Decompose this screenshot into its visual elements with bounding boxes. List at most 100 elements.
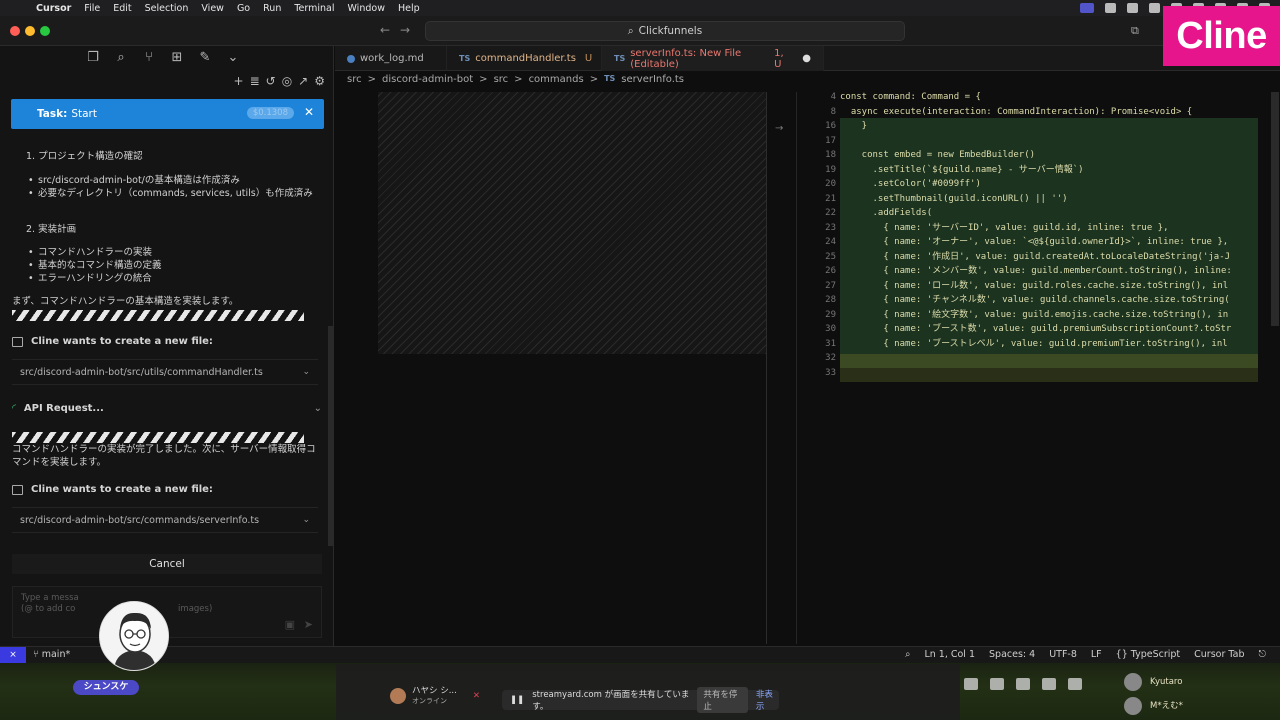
pane-divider [796,92,797,644]
code-line: 18 const embed = new EmbedBuilder() [800,148,1258,163]
avatar [1124,697,1142,715]
cloud-icon[interactable] [1149,3,1160,13]
breadcrumb-item[interactable]: src [494,74,509,85]
breadcrumb-item[interactable]: commands [529,74,584,85]
source-control-icon[interactable]: ⑂ [141,50,157,66]
viewer-list: Kyutaro M*えむ* [1124,670,1183,718]
chevron-down-icon[interactable]: ⌄ [314,403,322,414]
menu-view[interactable]: View [201,3,224,14]
presenter-tile: ハヤシ シ... オンライン ✕ [390,686,480,706]
task-header[interactable]: Task: Start $0.1308 ✕ [11,99,324,129]
spinner-icon: ◜ [12,403,16,414]
forward-arrow-icon[interactable]: → [400,23,410,37]
file-path-row[interactable]: src/discord-admin-bot/src/commands/serve… [12,507,318,533]
diff-arrow-icon[interactable]: → [775,123,787,135]
menu-run[interactable]: Run [263,3,281,14]
remote-icon[interactable]: ⨯ [0,647,26,664]
back-arrow-icon[interactable]: ← [380,23,390,37]
image-icon[interactable]: ▣ [285,618,295,631]
close-icon[interactable]: ✕ [304,105,314,119]
cursor-position[interactable]: Ln 1, Col 1 [924,649,975,660]
cline-icon[interactable]: ✎ [197,50,213,66]
emoji-icon[interactable] [1042,678,1056,690]
api-request-header[interactable]: ◜ API Request... ⌄ [12,403,322,414]
tab-server-info[interactable]: TS serverInfo.ts: New File (Editable) 1,… [602,46,824,71]
chevron-down-icon[interactable]: ⌄ [302,515,310,525]
line-number: 27 [825,280,836,291]
screen-icon[interactable] [990,678,1004,690]
file-path-row[interactable]: src/discord-admin-bot/src/utils/commandH… [12,359,318,385]
unsaved-dot-icon[interactable]: ● [802,53,811,64]
line-number: 17 [825,135,836,146]
app-icon[interactable] [1127,3,1138,13]
zoom-window-button[interactable] [40,26,50,36]
menu-window[interactable]: Window [348,3,385,14]
line-number: 28 [825,295,836,305]
tab-status: 1, U [774,47,784,70]
chevron-down-icon[interactable]: ⌄ [302,367,310,377]
pane-divider[interactable] [766,92,767,644]
extensions-icon[interactable]: ⊞ [169,50,185,66]
menu-go[interactable]: Go [237,3,250,14]
file-icon [12,336,23,347]
image-icon[interactable] [1016,678,1030,690]
line-number: 21 [825,193,836,204]
minimize-window-button[interactable] [25,26,35,36]
history-icon[interactable]: ↺ [266,74,276,88]
encoding[interactable]: UTF-8 [1049,649,1077,660]
list-item: 基本的なコマンド構造の定義 [28,259,162,272]
menu-app-name[interactable]: Cursor [36,3,71,14]
line-text: { name: 'チャンネル数', value: guild.channels.… [840,295,1230,305]
tab-command-handler[interactable]: TS commandHandler.ts U [447,46,602,71]
hide-button[interactable]: 非表示 [756,688,779,712]
typescript-file-icon: TS [459,54,471,63]
screen-share-icon[interactable] [1080,3,1094,13]
menu-file[interactable]: File [84,3,100,14]
menu-help[interactable]: Help [398,3,420,14]
section1-list: src/discord-admin-bot/の基本構造は作成済み 必要なディレク… [28,174,320,200]
breadcrumb-item[interactable]: serverInfo.ts [621,74,684,85]
line-text: { name: 'サーバーID', value: guild.id, inlin… [840,222,1169,233]
language-mode[interactable]: {} TypeScript [1116,649,1180,660]
brightness-icon[interactable] [1105,3,1116,13]
breadcrumb-item[interactable]: discord-admin-bot [382,74,473,85]
window-title-bar: ← → ⌕ Clickfunnels ⧉ [0,16,1280,46]
notifications-icon[interactable]: ⎋ [1258,649,1266,660]
search-icon[interactable]: ⌕ [113,50,129,66]
mute-icon[interactable]: ✕ [473,691,480,701]
breadcrumb-item[interactable]: src [347,74,362,85]
popout-icon[interactable]: ↗ [298,74,308,88]
menu-selection[interactable]: Selection [145,3,189,14]
editor-scrollbar[interactable] [1271,92,1279,326]
branch-name: main* [41,649,71,660]
tab-work-log[interactable]: work_log.md [335,46,447,71]
menu-edit[interactable]: Edit [113,3,131,14]
send-icon[interactable]: ➤ [304,618,313,631]
zoom-icon[interactable]: ⌕ [905,649,910,660]
explorer-icon[interactable]: ❐ [85,50,101,66]
cline-badge-logo: Cline [1163,6,1280,66]
indentation[interactable]: Spaces: 4 [989,649,1035,660]
apps-icon[interactable] [1068,678,1082,690]
cursor-tab[interactable]: Cursor Tab [1194,649,1244,660]
code-line: 4 const command: Command = { [800,90,1258,105]
code-line: 33 [800,366,1258,381]
file-path: src/discord-admin-bot/src/commands/serve… [20,514,260,526]
mcp-icon[interactable]: ≣ [250,74,260,88]
close-window-button[interactable] [10,26,20,36]
plus-icon[interactable]: + [234,74,244,88]
sidebar-scrollbar[interactable] [328,326,333,546]
code-editor[interactable]: 4 const command: Command = { 8 async exec… [800,90,1258,380]
chevron-down-icon[interactable]: ⌄ [225,50,241,66]
menu-terminal[interactable]: Terminal [294,3,334,14]
account-icon[interactable]: ◎ [282,74,292,88]
grid-icon[interactable] [964,678,978,690]
command-center-search[interactable]: ⌕ Clickfunnels [425,21,905,41]
split-editor-icon[interactable]: ⧉ [1131,24,1139,38]
gear-icon[interactable]: ⚙ [314,74,325,88]
stop-share-button[interactable]: 共有を停止 [697,687,748,713]
git-branch[interactable]: ⑂ main* [33,649,70,660]
search-text: Clickfunnels [638,25,703,37]
cancel-button[interactable]: Cancel [12,554,322,574]
line-ending[interactable]: LF [1091,649,1102,660]
